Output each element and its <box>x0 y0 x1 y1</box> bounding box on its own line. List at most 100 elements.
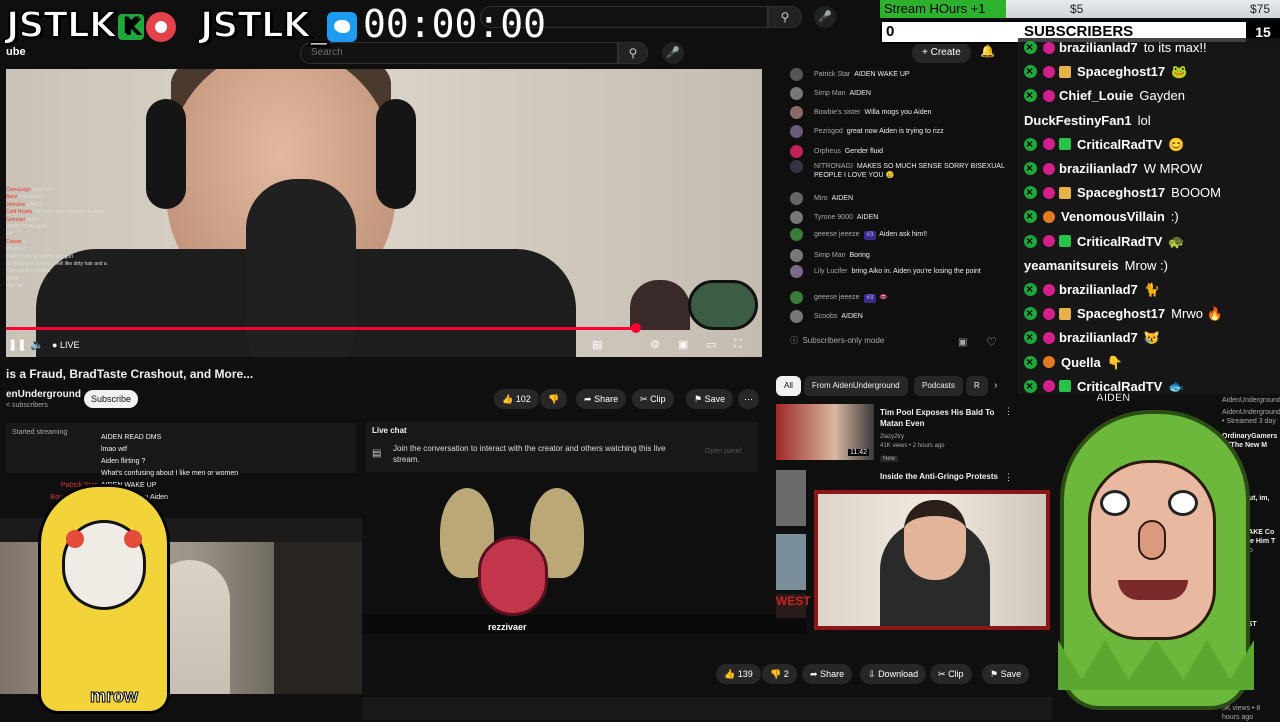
bottom-save-button[interactable]: ⚑ Save <box>982 664 1030 684</box>
emoji-picker-icon[interactable]: ▣ <box>958 337 967 348</box>
avatar[interactable] <box>790 310 803 323</box>
chevron-right-icon[interactable]: › <box>994 380 997 391</box>
fullscreen-icon[interactable]: ⛶ <box>734 338 742 351</box>
avatar[interactable] <box>790 87 803 100</box>
overlay-chat-line: Lol <box>6 231 206 238</box>
overlay-chat-line: kick her <box>6 283 206 290</box>
download-button[interactable]: ⇩ Download <box>860 664 927 684</box>
twitch-chat-author[interactable]: brazilianlad7 <box>1059 282 1138 297</box>
twitch-chat-author[interactable]: Spaceghost17 <box>1077 306 1165 321</box>
twitch-chat-author[interactable]: DuckFestinyFan1 <box>1024 113 1132 128</box>
miniplayer-icon[interactable]: ▣ <box>678 338 688 351</box>
filter-chip-all[interactable]: All <box>776 376 801 396</box>
save-button[interactable]: ⚑ Save <box>686 389 734 409</box>
subtitles-icon[interactable]: ▤ <box>592 338 602 351</box>
settings-gear-icon[interactable]: ⚙ <box>650 338 660 351</box>
filter-chip-r[interactable]: R <box>966 376 988 396</box>
right-list-item[interactable]: AidenUnderground • Streamed 3 day <box>1222 408 1280 426</box>
twitch-chat-author[interactable]: Chief_Louie <box>1059 88 1133 103</box>
right-list-item[interactable]: AidenUnderground <box>1222 396 1280 405</box>
avatar[interactable] <box>790 211 803 224</box>
avatar[interactable] <box>790 145 803 158</box>
chat-author[interactable]: Orpheus <box>814 148 841 155</box>
chat-author[interactable]: Miro <box>814 195 828 202</box>
live-indicator[interactable]: ● LIVE <box>52 340 79 350</box>
pause-icon[interactable]: ❚❚ <box>8 338 26 351</box>
chat-author[interactable]: geeese jeeeze <box>814 231 860 238</box>
heart-icon[interactable]: ♡ <box>986 335 997 349</box>
overlay-chat-text: Hahahaha <box>18 194 42 201</box>
dislike-button[interactable]: 👎 <box>540 389 568 409</box>
rec-thumbnail-2[interactable] <box>776 470 806 526</box>
avatar[interactable] <box>790 265 803 278</box>
avatar[interactable] <box>790 68 803 81</box>
chat-author[interactable]: Lily Lucifer <box>814 268 847 275</box>
overlay-chat-line: What the <box>6 246 206 253</box>
right-list-item[interactable]: 5K views • 8 hours ago <box>1222 704 1278 722</box>
create-button[interactable]: + Create <box>912 43 971 63</box>
rec-title-2[interactable]: Inside the Anti-Gringo Protests <box>880 472 998 481</box>
video-progress-bar[interactable] <box>6 327 636 330</box>
bottom-share-button[interactable]: ➦ Share <box>802 664 853 684</box>
twitch-chat-author[interactable]: VenomousVillain <box>1061 209 1165 224</box>
avatar[interactable] <box>790 125 803 138</box>
overlay-chat-line: Chinese fish market <box>6 268 206 275</box>
chat-author[interactable]: Patrick Star <box>814 71 850 78</box>
like-button[interactable]: 👍 102 <box>494 389 539 409</box>
twitch-chat-author[interactable]: Spaceghost17 <box>1077 64 1165 79</box>
chat-author[interactable]: Pezisgod <box>814 128 843 135</box>
twitch-chat-author[interactable]: brazilianlad7 <box>1059 330 1138 345</box>
chat-author[interactable]: Simp Man <box>814 90 846 97</box>
subscriber-badge-icon <box>1043 162 1055 175</box>
more-vert-icon[interactable]: ⋮ <box>1004 472 1013 483</box>
notifications-bell-icon[interactable]: 🔔 <box>980 44 995 58</box>
avatar[interactable] <box>790 106 803 119</box>
rec-thumbnail-4[interactable]: WEST <box>776 594 811 618</box>
clip-button[interactable]: ✂ Clip <box>632 389 674 409</box>
avatar[interactable] <box>790 291 803 304</box>
filter-chip-channel[interactable]: From AidenUnderground <box>804 376 908 396</box>
moth-name: rezzivaer <box>488 622 527 632</box>
voice-search-button[interactable]: 🎤 <box>662 42 684 64</box>
chat-author[interactable]: Tyrone 9000 <box>814 214 853 221</box>
filter-chip-podcasts[interactable]: Podcasts <box>914 376 963 396</box>
open-panel-button[interactable]: Open panel <box>705 448 741 455</box>
chat-author[interactable]: Scoobs <box>814 313 837 320</box>
top-search-button[interactable]: ⚲ <box>768 6 802 28</box>
avatar[interactable] <box>790 249 803 262</box>
chat-author[interactable]: Bowbie's sister <box>814 109 860 116</box>
twitch-chat-author[interactable]: CriticalRadTV <box>1077 234 1162 249</box>
subscribe-button[interactable]: Subscribe <box>84 390 138 408</box>
volume-icon[interactable]: 🔈 <box>30 338 44 351</box>
twitch-chat-author[interactable]: yeamanitsureis <box>1024 258 1119 273</box>
overlay-chat-name: Grimmel <box>6 216 25 223</box>
share-button[interactable]: ➦ Share <box>576 389 627 409</box>
twitch-chat-text: 😿 <box>1143 330 1160 346</box>
twitch-chat-author[interactable]: Quella <box>1061 355 1101 370</box>
more-vert-icon[interactable]: ⋮ <box>1004 406 1013 417</box>
rec-thumbnail-3[interactable] <box>776 534 806 590</box>
bottom-like-button[interactable]: 👍 139 <box>716 664 761 684</box>
chat-author[interactable]: geeese jeeeze <box>814 294 860 301</box>
more-actions-button[interactable]: ⋯ <box>738 389 759 409</box>
search-button[interactable]: ⚲ <box>618 42 648 64</box>
channel-name[interactable]: enUnderground <box>6 389 81 400</box>
chat-author[interactable]: Simp Man <box>814 252 846 259</box>
overlay-chat-text: That's fucking psycho shit gurl <box>6 253 73 260</box>
twitch-chat-author[interactable]: brazilianlad7 <box>1059 161 1138 176</box>
twitch-chat-author[interactable]: Spaceghost17 <box>1077 185 1165 200</box>
twitch-chat-author[interactable]: CriticalRadTV <box>1077 137 1162 152</box>
overlay-chat-text: no!!!!! <box>26 216 39 223</box>
pikachu-cheek-right <box>124 530 142 548</box>
bottom-dislike-button[interactable]: 👎 2 <box>762 664 797 684</box>
avatar[interactable] <box>790 192 803 205</box>
rec-title-1[interactable]: Tim Pool Exposes His Bald To Matan Even <box>880 407 1000 429</box>
avatar[interactable] <box>790 228 803 241</box>
chat-author[interactable]: NITRONAGI <box>814 163 853 170</box>
theater-mode-icon[interactable]: ▭ <box>706 338 716 351</box>
avatar[interactable] <box>790 160 803 173</box>
bottom-clip-button[interactable]: ✂ Clip <box>930 664 972 684</box>
twitch-chat-author[interactable]: brazilianlad7 <box>1059 40 1138 55</box>
top-voice-search-button[interactable]: 🎤 <box>814 6 836 28</box>
progress-scrubber[interactable] <box>631 323 641 333</box>
